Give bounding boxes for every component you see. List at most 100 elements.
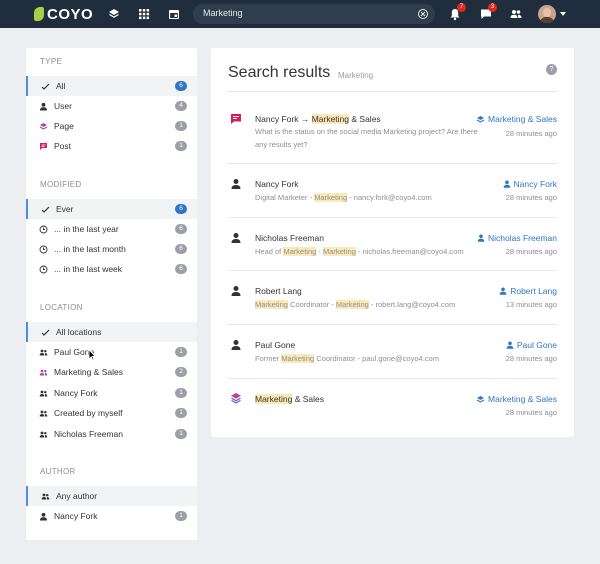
result-source-label: Marketing & Sales xyxy=(488,394,557,404)
check-icon xyxy=(41,206,50,213)
result-source-link[interactable]: Paul Gone xyxy=(506,340,557,350)
result-subtitle-highlight: Marketing xyxy=(314,193,348,202)
result-subtitle-text: Former xyxy=(255,354,282,363)
result-subtitle-text: Digital Marketer - xyxy=(255,193,315,202)
logo-text: COYO xyxy=(47,5,94,23)
page-title: Search results xyxy=(228,64,331,81)
result-title-highlight: Marketing xyxy=(255,394,293,404)
result-timestamp: 28 minutes ago xyxy=(505,408,557,417)
filter-modified-last-month[interactable]: ... in the last month 6 xyxy=(26,239,197,259)
result-subtitle: What is the status on the social media M… xyxy=(255,127,478,149)
filter-panel: TYPE All 6 User 4 Page 1 Post 1 MODIFIED… xyxy=(26,48,197,540)
coyo-logo[interactable]: COYO xyxy=(34,5,93,23)
result-source-link[interactable]: Marketing & Sales xyxy=(476,394,557,404)
filter-label: Created by myself xyxy=(54,408,123,418)
filter-label: Page xyxy=(54,121,74,131)
filter-count: 6 xyxy=(175,264,187,274)
result-title[interactable]: Nancy Fork → Marketing & Sales xyxy=(255,114,381,124)
help-icon[interactable]: ? xyxy=(546,64,557,75)
notifications-button[interactable]: 7 xyxy=(448,3,466,21)
filter-count: 6 xyxy=(175,204,187,214)
filter-author-any[interactable]: Any author xyxy=(26,486,197,506)
result-subtitle: Digital Marketer - Marketing - nancy.for… xyxy=(255,192,485,205)
result-source-link[interactable]: Nicholas Freeman xyxy=(477,233,557,243)
user-avatar[interactable] xyxy=(538,5,556,23)
result-subtitle-text: Head of xyxy=(255,247,284,256)
filter-modified-last-week[interactable]: ... in the last week 6 xyxy=(26,259,197,279)
filter-count: 1 xyxy=(175,347,187,357)
result-subtitle-text: - nicholas.freeman@coyo4.com xyxy=(355,247,464,256)
row-divider xyxy=(228,217,557,218)
result-subtitle-highlight: Marketing xyxy=(255,300,288,309)
result-source-label: Nicholas Freeman xyxy=(488,233,557,243)
pages-layers-icon[interactable] xyxy=(107,7,121,21)
users-icon xyxy=(39,390,48,396)
result-title-highlight: Marketing xyxy=(311,114,350,124)
result-subtitle-highlight: Marketing xyxy=(335,300,369,309)
filter-label: Ever xyxy=(56,204,74,214)
result-subtitle: Head of Marketing - Marketing - nicholas… xyxy=(255,246,505,259)
result-source-label: Marketing & Sales xyxy=(488,114,557,124)
chevron-down-icon[interactable] xyxy=(560,12,566,16)
filter-location-all[interactable]: All locations xyxy=(26,322,197,342)
result-title[interactable]: Nancy Fork xyxy=(255,179,298,189)
filter-modified-last-year[interactable]: ... in the last year 6 xyxy=(26,219,197,239)
colleagues-icon[interactable] xyxy=(509,7,523,21)
filter-count: 1 xyxy=(175,141,187,151)
mouse-cursor-icon xyxy=(88,349,96,361)
filter-author-nancy-fork[interactable]: Nancy Fork 1 xyxy=(26,506,197,526)
users-icon xyxy=(39,369,48,375)
result-source-link[interactable]: Nancy Fork xyxy=(503,179,557,189)
row-divider xyxy=(228,324,557,325)
filter-count: 2 xyxy=(175,367,187,377)
top-navigation-bar: COYO Marketing 7 3 xyxy=(0,0,600,28)
result-source-label: Paul Gone xyxy=(516,340,557,350)
user-icon xyxy=(477,234,485,242)
result-source-link[interactable]: Robert Lang xyxy=(499,286,557,296)
header-divider xyxy=(228,91,557,92)
messages-button[interactable]: 3 xyxy=(479,3,497,21)
result-subtitle: Marketing Coordinator - Marketing - robe… xyxy=(255,299,505,312)
layers-icon xyxy=(476,115,485,123)
filter-location-nicholas-freeman[interactable]: Nicholas Freeman 1 xyxy=(26,424,197,444)
filter-modified-ever[interactable]: Ever 6 xyxy=(26,199,197,219)
filter-count: 1 xyxy=(175,429,187,439)
filter-count: 6 xyxy=(175,244,187,254)
apps-grid-icon[interactable] xyxy=(137,7,151,21)
user-icon xyxy=(503,180,510,188)
result-timestamp: 28 minutes ago xyxy=(505,247,557,256)
search-query-label: Marketing xyxy=(338,71,374,80)
result-timestamp: 13 minutes ago xyxy=(505,300,557,309)
filter-location-nancy-fork[interactable]: Nancy Fork 1 xyxy=(26,383,197,403)
check-icon xyxy=(41,83,50,90)
result-subtitle-text: - nancy.fork@coyo4.com xyxy=(347,193,432,202)
result-source-label: Nancy Fork xyxy=(513,179,557,189)
filter-type-post[interactable]: Post 1 xyxy=(26,136,197,156)
result-title[interactable]: Robert Lang xyxy=(255,286,302,296)
result-title[interactable]: Nicholas Freeman xyxy=(255,233,324,243)
users-icon xyxy=(39,349,48,355)
search-input[interactable]: Marketing xyxy=(193,4,435,24)
calendar-icon[interactable] xyxy=(167,7,181,21)
filter-count: 1 xyxy=(175,121,187,131)
result-title[interactable]: Paul Gone xyxy=(255,340,295,350)
result-subtitle-text: Coordinator - xyxy=(287,300,336,309)
filter-label: All locations xyxy=(56,327,102,337)
result-title[interactable]: Marketing & Sales xyxy=(255,394,324,404)
filter-location-created-by-myself[interactable]: Created by myself 1 xyxy=(26,403,197,423)
filter-label: Nancy Fork xyxy=(54,388,98,398)
result-subtitle-text: Coordinator - paul.gone@coyo4.com xyxy=(314,354,439,363)
user-icon xyxy=(506,341,514,349)
filter-type-all[interactable]: All 6 xyxy=(26,76,197,96)
result-subtitle-highlight: Marketing xyxy=(322,247,356,256)
filter-location-paul-gone[interactable]: Paul Gone 1 xyxy=(26,342,197,362)
filter-type-page[interactable]: Page 1 xyxy=(26,116,197,136)
filter-type-user[interactable]: User 4 xyxy=(26,96,197,116)
result-source-link[interactable]: Marketing & Sales xyxy=(476,114,557,124)
page-layers-icon xyxy=(231,393,241,404)
layers-icon xyxy=(39,122,48,130)
user-icon xyxy=(231,286,241,296)
filter-location-marketing-sales[interactable]: Marketing & Sales 2 xyxy=(26,362,197,382)
clear-search-icon[interactable] xyxy=(417,8,429,20)
result-subtitle-highlight: Marketing xyxy=(283,247,317,256)
